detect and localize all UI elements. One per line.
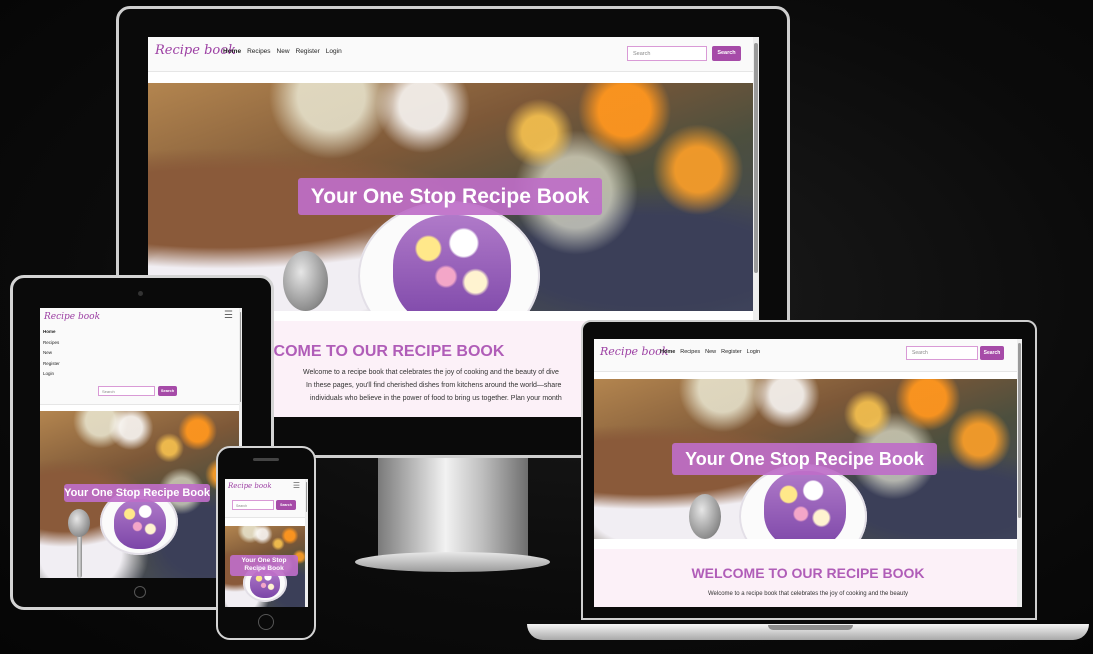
nav-item-register[interactable]: Register <box>721 349 741 355</box>
search-input[interactable]: Search <box>232 500 274 510</box>
welcome-title: WELCOME TO OUR RECIPE BOOK <box>691 565 925 581</box>
hamburger-icon[interactable]: ☰ <box>293 481 300 490</box>
nav-item-home[interactable]: Home <box>43 327 60 338</box>
search-button[interactable]: Search <box>276 500 296 510</box>
nav-item-login[interactable]: Login <box>326 48 342 55</box>
cake <box>764 471 846 539</box>
logo[interactable]: Recipe book <box>228 482 272 490</box>
nav-links: Home Recipes New Register Login <box>43 327 60 380</box>
hero-title: Your One Stop Recipe Book <box>230 555 298 576</box>
laptop-notch <box>768 625 853 630</box>
navbar: Recipe book ☰ Search Search <box>225 479 308 518</box>
nav-links: Home Recipes New Register Login <box>660 349 760 355</box>
hero-banner: Your One Stop Recipe Book <box>225 526 308 607</box>
navbar: Recipe book ☰ Home Recipes New Register … <box>40 308 242 405</box>
search-input[interactable]: Search <box>98 386 155 396</box>
scroll-thumb[interactable] <box>754 43 758 273</box>
hero-banner: Your One Stop Recipe Book <box>40 411 242 578</box>
scrollbar[interactable] <box>1017 339 1022 607</box>
search-button[interactable]: Search <box>712 46 741 61</box>
spoon-handle <box>77 531 82 578</box>
hero-title-line-2: Recipe Book <box>244 565 284 572</box>
welcome-section: WELCOME TO OUR RECIPE BOOK Welcome to a … <box>594 549 1022 607</box>
cake <box>393 215 511 311</box>
nav-item-new[interactable]: New <box>277 48 290 55</box>
nav-item-recipes[interactable]: Recipes <box>680 349 700 355</box>
search-button[interactable]: Search <box>980 346 1004 360</box>
hero-title: Your One Stop Recipe Book <box>672 443 937 475</box>
hero-title-line-1: Your One Stop <box>241 557 287 564</box>
phone-home-button <box>258 614 274 630</box>
nav-item-new[interactable]: New <box>43 348 60 359</box>
nav-item-home[interactable]: Home <box>660 349 675 355</box>
scroll-thumb[interactable] <box>240 312 241 402</box>
hero-banner: Your One Stop Recipe Book <box>594 379 1022 539</box>
search-input[interactable]: Search <box>627 46 707 61</box>
logo[interactable]: Recipe book <box>600 345 668 358</box>
spoon <box>68 509 90 537</box>
nav-item-login[interactable]: Login <box>43 369 60 380</box>
monitor-stand-base <box>355 552 550 572</box>
phone-speaker <box>253 458 279 461</box>
navbar: Recipe book Home Recipes New Register Lo… <box>148 37 759 72</box>
nav-item-recipes[interactable]: Recipes <box>43 338 60 349</box>
nav-item-recipes[interactable]: Recipes <box>247 48 270 55</box>
monitor-stand-neck <box>378 458 528 558</box>
nav-item-login[interactable]: Login <box>747 349 760 355</box>
nav-item-new[interactable]: New <box>705 349 716 355</box>
hamburger-icon[interactable]: ☰ <box>224 310 233 321</box>
phone-screen: Recipe book ☰ Search Search Your One Sto… <box>225 479 308 607</box>
navbar: Recipe book Home Recipes New Register Lo… <box>594 339 1022 372</box>
nav-links: Home Recipes New Register Login <box>223 48 342 55</box>
search-button[interactable]: Search <box>158 386 177 396</box>
welcome-text: Welcome to a recipe book that celebrates… <box>707 591 908 597</box>
tablet-screen: Recipe book ☰ Home Recipes New Register … <box>40 308 242 578</box>
nav-item-home[interactable]: Home <box>223 48 241 55</box>
logo[interactable]: Recipe book <box>44 312 100 322</box>
cake <box>114 499 166 549</box>
spoon <box>283 251 328 311</box>
search-input[interactable]: Search <box>906 346 978 360</box>
scroll-thumb[interactable] <box>306 482 307 512</box>
tablet-home-button <box>134 586 146 598</box>
scrollbar[interactable] <box>305 479 308 607</box>
hero-title: Your One Stop Recipe Book <box>64 484 210 502</box>
laptop-screen: Recipe book Home Recipes New Register Lo… <box>594 339 1022 607</box>
tablet-camera <box>138 291 143 296</box>
nav-item-register[interactable]: Register <box>296 48 320 55</box>
spoon <box>689 494 721 539</box>
scroll-thumb[interactable] <box>1018 343 1021 518</box>
nav-item-register[interactable]: Register <box>43 359 60 370</box>
hero-title: Your One Stop Recipe Book <box>298 178 602 215</box>
